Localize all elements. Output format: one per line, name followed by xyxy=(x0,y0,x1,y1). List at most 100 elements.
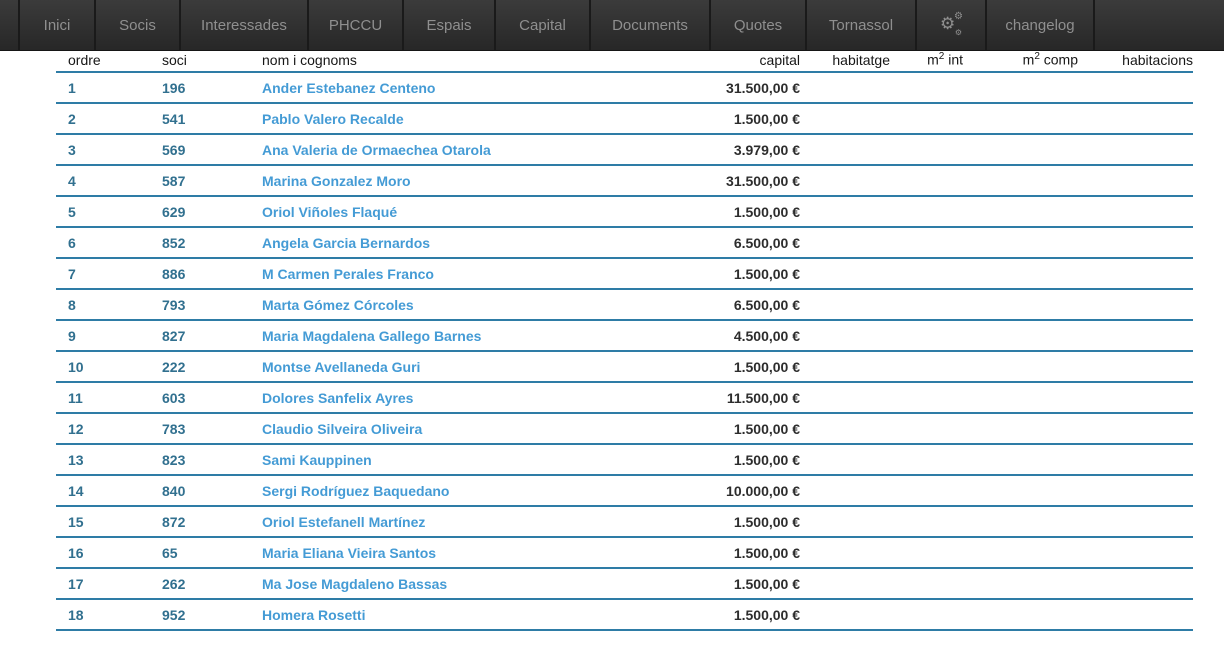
member-name-link[interactable]: Claudio Silveira Oliveira xyxy=(250,413,660,444)
cell-m2-int xyxy=(890,599,963,630)
cell-soci: 852 xyxy=(150,227,250,258)
cell-m2-comp xyxy=(963,72,1078,103)
member-name-link[interactable]: Homera Rosetti xyxy=(250,599,660,630)
cell-habitatge xyxy=(800,103,890,134)
cell-soci: 783 xyxy=(150,413,250,444)
member-name-link[interactable]: Marina Gonzalez Moro xyxy=(250,165,660,196)
cell-m2-int xyxy=(890,506,963,537)
member-name-link[interactable]: Ander Estebanez Centeno xyxy=(250,72,660,103)
table-row: 15 872 Oriol Estefanell Martínez 1.500,0… xyxy=(56,506,1193,537)
capital-table: ordre soci nom i cognoms capital habitat… xyxy=(56,51,1193,631)
cell-habitatge xyxy=(800,165,890,196)
member-name-link[interactable]: Ana Valeria de Ormaechea Otarola xyxy=(250,134,660,165)
member-name-link[interactable]: Maria Magdalena Gallego Barnes xyxy=(250,320,660,351)
cell-m2-int xyxy=(890,444,963,475)
nav-tab-espais[interactable]: Espais xyxy=(402,0,494,50)
table-row: 3 569 Ana Valeria de Ormaechea Otarola 3… xyxy=(56,134,1193,165)
cell-capital: 31.500,00 € xyxy=(660,72,800,103)
member-name-link[interactable]: Sergi Rodríguez Baquedano xyxy=(250,475,660,506)
nav-tab-interessades[interactable]: Interessades xyxy=(179,0,307,50)
member-name-link[interactable]: Dolores Sanfelix Ayres xyxy=(250,382,660,413)
cell-m2-comp xyxy=(963,165,1078,196)
cell-m2-int xyxy=(890,537,963,568)
top-navbar: Inici Socis Interessades PHCCU Espais Ca… xyxy=(0,0,1224,51)
cell-m2-int xyxy=(890,258,963,289)
cell-capital: 6.500,00 € xyxy=(660,289,800,320)
nav-tab-tornassol[interactable]: Tornassol xyxy=(805,0,915,50)
cell-m2-comp xyxy=(963,506,1078,537)
cell-capital: 31.500,00 € xyxy=(660,165,800,196)
table-row: 6 852 Angela Garcia Bernardos 6.500,00 € xyxy=(56,227,1193,258)
member-name-link[interactable]: Ma Jose Magdaleno Bassas xyxy=(250,568,660,599)
cell-habitacions xyxy=(1078,506,1193,537)
cell-habitacions xyxy=(1078,165,1193,196)
cell-habitacions xyxy=(1078,599,1193,630)
cell-soci: 629 xyxy=(150,196,250,227)
cell-m2-comp xyxy=(963,599,1078,630)
table-body: 1 196 Ander Estebanez Centeno 31.500,00 … xyxy=(56,72,1193,630)
cell-m2-comp xyxy=(963,444,1078,475)
cell-ordre: 8 xyxy=(56,289,150,320)
member-name-link[interactable]: Pablo Valero Recalde xyxy=(250,103,660,134)
member-name-link[interactable]: Montse Avellaneda Guri xyxy=(250,351,660,382)
member-name-link[interactable]: Marta Gómez Córcoles xyxy=(250,289,660,320)
table-row: 2 541 Pablo Valero Recalde 1.500,00 € xyxy=(56,103,1193,134)
nav-tab-quotes[interactable]: Quotes xyxy=(709,0,805,50)
cell-soci: 827 xyxy=(150,320,250,351)
cell-habitatge xyxy=(800,351,890,382)
cell-habitatge xyxy=(800,444,890,475)
member-name-link[interactable]: Oriol Estefanell Martínez xyxy=(250,506,660,537)
table-row: 8 793 Marta Gómez Córcoles 6.500,00 € xyxy=(56,289,1193,320)
member-name-link[interactable]: Angela Garcia Bernardos xyxy=(250,227,660,258)
cell-capital: 1.500,00 € xyxy=(660,258,800,289)
cell-capital: 1.500,00 € xyxy=(660,413,800,444)
nav-tab-documents[interactable]: Documents xyxy=(589,0,709,50)
table-row: 1 196 Ander Estebanez Centeno 31.500,00 … xyxy=(56,72,1193,103)
nav-tab-phccu[interactable]: PHCCU xyxy=(307,0,402,50)
cell-soci: 262 xyxy=(150,568,250,599)
table-row: 10 222 Montse Avellaneda Guri 1.500,00 € xyxy=(56,351,1193,382)
nav-right-filler xyxy=(1095,0,1224,50)
cell-habitatge xyxy=(800,568,890,599)
member-name-link[interactable]: Oriol Viñoles Flaqué xyxy=(250,196,660,227)
cell-habitacions xyxy=(1078,444,1193,475)
cell-capital: 1.500,00 € xyxy=(660,444,800,475)
nav-tab-inici[interactable]: Inici xyxy=(18,0,94,50)
cell-habitatge xyxy=(800,227,890,258)
cell-habitacions xyxy=(1078,351,1193,382)
cell-soci: 603 xyxy=(150,382,250,413)
member-name-link[interactable]: Sami Kauppinen xyxy=(250,444,660,475)
cell-habitatge xyxy=(800,258,890,289)
table-row: 4 587 Marina Gonzalez Moro 31.500,00 € xyxy=(56,165,1193,196)
cell-capital: 1.500,00 € xyxy=(660,103,800,134)
nav-tab-socis[interactable]: Socis xyxy=(94,0,179,50)
cell-ordre: 13 xyxy=(56,444,150,475)
cell-habitacions xyxy=(1078,103,1193,134)
cell-capital: 6.500,00 € xyxy=(660,227,800,258)
member-name-link[interactable]: M Carmen Perales Franco xyxy=(250,258,660,289)
cell-m2-int xyxy=(890,227,963,258)
cell-m2-comp xyxy=(963,196,1078,227)
cell-soci: 196 xyxy=(150,72,250,103)
nav-tab-label: Inici xyxy=(44,17,71,34)
cell-m2-int xyxy=(890,382,963,413)
cell-capital: 1.500,00 € xyxy=(660,506,800,537)
member-name-link[interactable]: Maria Eliana Vieira Santos xyxy=(250,537,660,568)
nav-tab-label: Socis xyxy=(119,17,156,34)
nav-tab-changelog[interactable]: changelog xyxy=(985,0,1095,50)
nav-left-spacer xyxy=(0,0,18,50)
cell-capital: 10.000,00 € xyxy=(660,475,800,506)
nav-tab-label: Tornassol xyxy=(829,17,893,34)
cell-habitatge xyxy=(800,537,890,568)
cell-m2-int xyxy=(890,351,963,382)
cell-soci: 569 xyxy=(150,134,250,165)
cell-soci: 541 xyxy=(150,103,250,134)
cell-ordre: 5 xyxy=(56,196,150,227)
cell-m2-int xyxy=(890,72,963,103)
nav-tab-label: PHCCU xyxy=(329,17,382,34)
nav-tab-capital[interactable]: Capital xyxy=(494,0,589,50)
nav-tab-settings[interactable]: ⚙ ⚙ ⚙ xyxy=(915,0,985,50)
cell-m2-int xyxy=(890,196,963,227)
cell-m2-int xyxy=(890,475,963,506)
cell-habitacions xyxy=(1078,568,1193,599)
